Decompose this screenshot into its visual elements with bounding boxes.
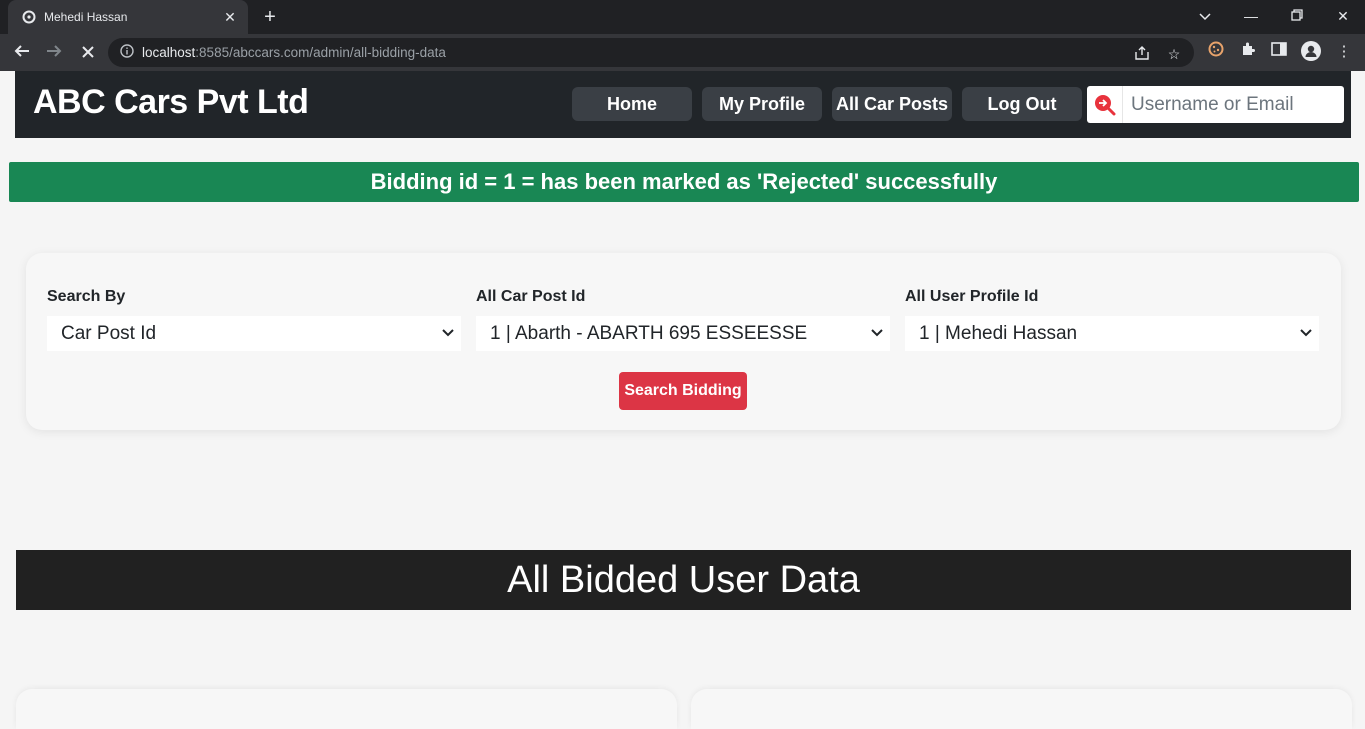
share-icon[interactable] [1132,46,1152,63]
car-post-id-selected-value: 1 | Abarth - ABARTH 695 ESSEESSE [490,322,808,344]
bidding-card-right [691,689,1352,729]
close-window-icon[interactable]: ✕ [1331,4,1355,28]
section-heading: All Bidded User Data [16,550,1351,610]
tab-favicon-icon [22,10,36,24]
browser-address-bar: localhost:8585/abccars.com/admin/all-bid… [0,34,1365,71]
browser-menu-icon[interactable]: ⋮ [1333,41,1355,63]
new-tab-icon[interactable]: + [260,5,280,29]
nav-home-button[interactable]: Home [572,87,692,121]
username-email-search-input[interactable] [1123,93,1338,116]
user-profile-id-selected-value: 1 | Mehedi Hassan [919,322,1078,344]
extensions-puzzle-icon[interactable] [1237,41,1259,63]
url-field[interactable]: localhost:8585/abccars.com/admin/all-bid… [108,38,1194,67]
tab-close-icon[interactable]: ✕ [222,9,238,26]
restore-icon[interactable] [1285,4,1309,28]
url-path: :8585/abccars.com/admin/all-bidding-data [195,45,446,60]
cookie-extension-icon[interactable] [1205,41,1227,63]
brand-logo-text[interactable]: ABC Cars Pvt Ltd [33,83,309,122]
user-search-box [1087,86,1344,123]
site-navbar: ABC Cars Pvt Ltd Home My Profile All Car… [15,71,1351,138]
car-post-id-label: All Car Post Id [476,288,586,305]
search-icon[interactable] [1087,86,1123,123]
chevron-down-icon [1299,325,1313,341]
site-info-icon[interactable] [120,44,136,61]
search-bidding-button[interactable]: Search Bidding [619,372,747,410]
user-profile-id-select[interactable]: 1 | Mehedi Hassan [905,316,1319,351]
success-alert: Bidding id = 1 = has been marked as 'Rej… [9,162,1359,202]
search-bidding-card: Search By Car Post Id All Car Post Id 1 … [26,253,1341,430]
browser-tab[interactable]: Mehedi Hassan ✕ [8,0,248,34]
browser-tab-bar: Mehedi Hassan ✕ + — ✕ [0,0,1365,34]
tab-title: Mehedi Hassan [44,10,128,24]
user-profile-id-label: All User Profile Id [905,288,1039,305]
nav-log-out-button[interactable]: Log Out [962,87,1082,121]
search-by-selected-value: Car Post Id [61,322,157,344]
stop-loading-icon[interactable] [76,41,100,65]
side-panel-icon[interactable] [1268,41,1290,63]
bookmark-star-icon[interactable]: ☆ [1164,46,1184,63]
search-by-label: Search By [47,288,126,305]
car-post-id-select[interactable]: 1 | Abarth - ABARTH 695 ESSEESSE [476,316,890,351]
profile-avatar-icon[interactable] [1300,41,1322,63]
search-by-select[interactable]: Car Post Id [47,316,461,351]
forward-icon[interactable] [42,41,66,65]
back-icon[interactable] [10,41,34,65]
tab-search-chevron-icon[interactable] [1193,4,1217,28]
chevron-down-icon [870,325,884,341]
nav-my-profile-button[interactable]: My Profile [702,87,822,121]
nav-all-car-posts-button[interactable]: All Car Posts [832,87,952,121]
minimize-icon[interactable]: — [1239,4,1263,28]
url-host: localhost [142,45,196,60]
page-content: ABC Cars Pvt Ltd Home My Profile All Car… [0,71,1365,729]
bidding-card-left [16,689,677,729]
chevron-down-icon [441,325,455,341]
